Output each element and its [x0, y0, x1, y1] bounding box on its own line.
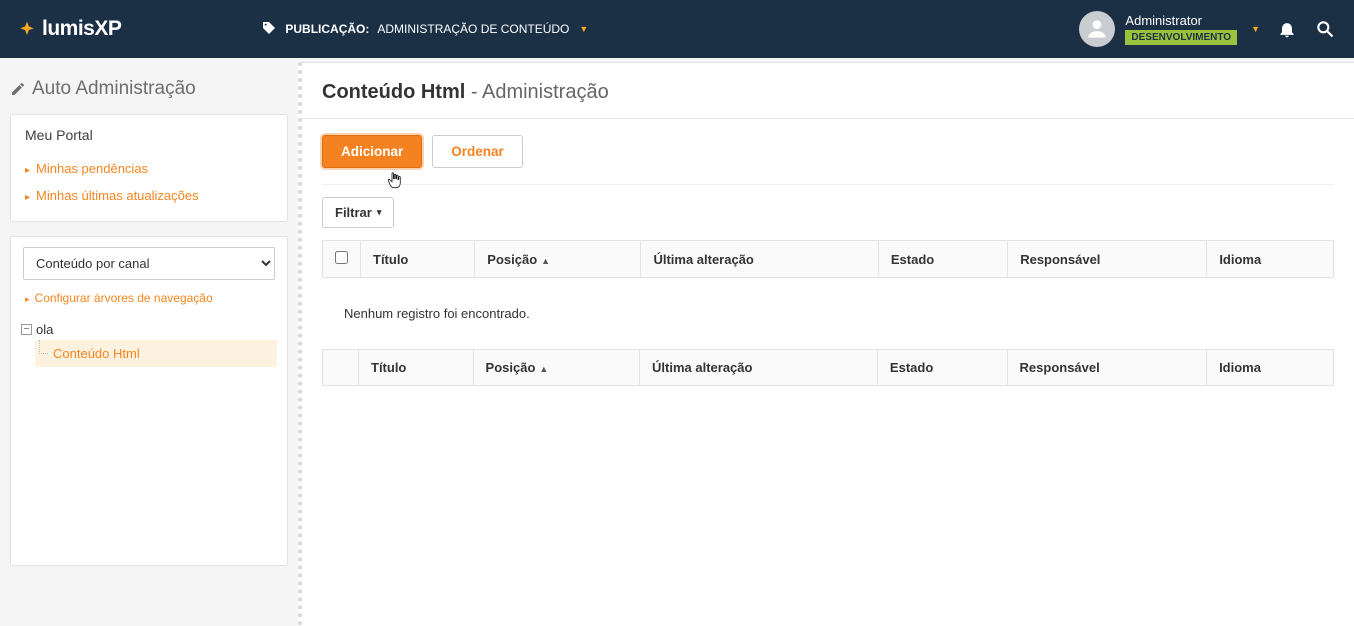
fcol-ultima[interactable]: Última alteração	[640, 350, 878, 386]
tree-child-label: Conteúdo Html	[53, 346, 140, 361]
logo-icon	[18, 20, 36, 38]
pencil-icon	[10, 81, 26, 97]
user-name: Administrator	[1125, 14, 1237, 27]
caret-down-icon: ▼	[579, 24, 588, 34]
publicacao-dropdown[interactable]: PUBLICAÇÃO: ADMINISTRAÇÃO DE CONTEÚDO ▼	[261, 20, 588, 39]
tree-node-child[interactable]: Conteúdo Html	[35, 340, 277, 367]
auto-admin-label: Auto Administração	[32, 78, 196, 100]
divider	[322, 184, 1334, 185]
col-responsavel[interactable]: Responsável	[1008, 241, 1207, 278]
fcol-estado[interactable]: Estado	[877, 350, 1007, 386]
content-table: Título Posição▲ Última alteração Estado …	[322, 240, 1334, 278]
sort-asc-icon: ▲	[539, 364, 548, 374]
env-badge: DESENVOLVIMENTO	[1125, 30, 1237, 45]
empty-message: Nenhum registro foi encontrado.	[322, 278, 1334, 349]
page-title: Conteúdo Html - Administração	[302, 63, 1354, 119]
logo[interactable]: lumisXP	[18, 17, 121, 41]
toolbar: Adicionar Ordenar	[302, 119, 1354, 174]
col-titulo[interactable]: Título	[361, 241, 475, 278]
topbar-right: Administrator DESENVOLVIMENTO ▼	[1079, 11, 1336, 47]
meu-portal-title: Meu Portal	[11, 115, 287, 155]
add-button[interactable]: Adicionar	[322, 135, 422, 168]
select-all-cell	[323, 241, 361, 278]
select-all-checkbox[interactable]	[335, 251, 348, 264]
col-estado[interactable]: Estado	[878, 241, 1007, 278]
tree-collapse-icon[interactable]: −	[21, 324, 32, 335]
sidebar-link-atualizacoes[interactable]: Minhas últimas atualizações	[25, 182, 273, 209]
topbar: lumisXP PUBLICAÇÃO: ADMINISTRAÇÃO DE CON…	[0, 0, 1354, 58]
publicacao-label: PUBLICAÇÃO:	[285, 22, 369, 36]
page-title-light: - Administração	[465, 81, 608, 103]
user-dropdown[interactable]: Administrator DESENVOLVIMENTO ▼	[1079, 11, 1260, 47]
logo-text: lumisXP	[42, 17, 121, 41]
auto-admin-title: Auto Administração	[10, 66, 288, 114]
content-table-footer: Título Posição▲ Última alteração Estado …	[322, 349, 1334, 386]
meu-portal-panel: Meu Portal Minhas pendências Minhas últi…	[10, 114, 288, 222]
tree-node-root[interactable]: − ola	[21, 319, 277, 340]
page-title-bold: Conteúdo Html	[322, 81, 465, 103]
col-posicao[interactable]: Posição ▲	[475, 241, 641, 278]
channel-panel: Conteúdo por canal Configurar árvores de…	[10, 236, 288, 566]
main-content: Conteúdo Html - Administração Adicionar …	[298, 62, 1354, 626]
fcol-idioma[interactable]: Idioma	[1207, 350, 1334, 386]
tree-root-label: ola	[36, 322, 53, 337]
notifications-icon[interactable]	[1276, 18, 1298, 40]
fcol-responsavel[interactable]: Responsável	[1007, 350, 1207, 386]
sidebar: Auto Administração Meu Portal Minhas pen…	[0, 58, 298, 626]
fcol-titulo[interactable]: Título	[359, 350, 474, 386]
filter-button[interactable]: Filtrar	[322, 197, 394, 228]
fcol-posicao[interactable]: Posição▲	[473, 350, 639, 386]
caret-down-icon: ▼	[1251, 24, 1260, 34]
col-ultima[interactable]: Última alteração	[641, 241, 878, 278]
col-posicao-label: Posição	[487, 252, 537, 267]
tag-icon	[261, 20, 277, 39]
footer-spacer	[323, 350, 359, 386]
channel-select[interactable]: Conteúdo por canal	[23, 247, 275, 280]
publicacao-value: ADMINISTRAÇÃO DE CONTEÚDO	[377, 22, 569, 36]
search-icon[interactable]	[1314, 18, 1336, 40]
order-button[interactable]: Ordenar	[432, 135, 523, 168]
sort-asc-icon: ▲	[541, 256, 550, 266]
col-idioma[interactable]: Idioma	[1207, 241, 1334, 278]
avatar	[1079, 11, 1115, 47]
filter-label: Filtrar	[335, 205, 372, 220]
sidebar-link-pendencias[interactable]: Minhas pendências	[25, 155, 273, 182]
config-trees-link[interactable]: Configurar árvores de navegação	[25, 291, 213, 305]
fcol-posicao-label: Posição	[486, 360, 536, 375]
